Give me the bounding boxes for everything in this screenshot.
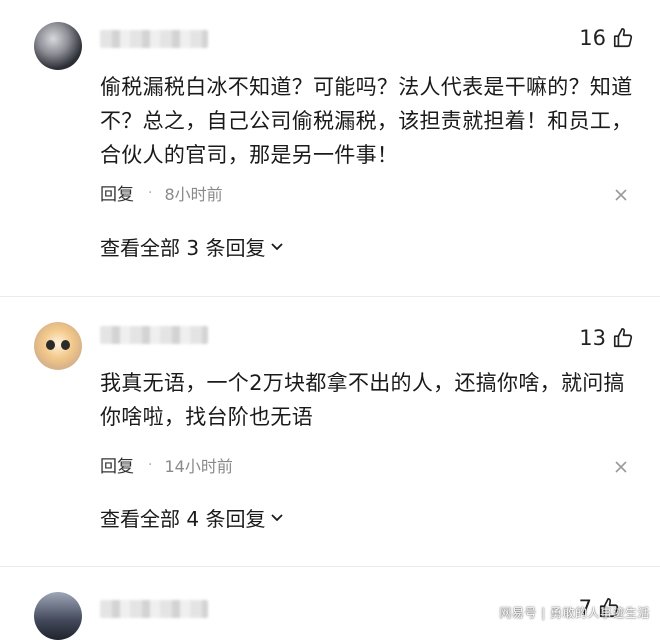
like-button[interactable]: 16 bbox=[579, 26, 634, 50]
reply-button[interactable]: 回复 bbox=[100, 452, 134, 477]
avatar[interactable] bbox=[34, 592, 82, 640]
comment-meta: 回复 · 8小时前 bbox=[100, 180, 223, 206]
thumbs-up-icon[interactable] bbox=[612, 327, 634, 349]
divider bbox=[0, 296, 660, 297]
avatar-eye bbox=[46, 340, 55, 350]
separator-dot: · bbox=[148, 456, 153, 473]
reply-button[interactable]: 回复 bbox=[100, 180, 134, 205]
close-icon[interactable] bbox=[614, 187, 628, 201]
timestamp: 14小时前 bbox=[164, 456, 233, 476]
like-count: 13 bbox=[579, 326, 606, 350]
username-blurred[interactable] bbox=[100, 326, 208, 344]
thumbs-up-icon[interactable] bbox=[612, 27, 634, 49]
divider bbox=[0, 566, 660, 567]
avatar-eye bbox=[61, 340, 70, 350]
view-all-replies-button[interactable]: 查看全部 4 条回复 bbox=[100, 503, 285, 532]
avatar[interactable] bbox=[34, 322, 82, 370]
comment-text: 偷税漏税白冰不知道？可能吗？法人代表是干嘛的？知道不？总之，自己公司偷税漏税，该… bbox=[100, 75, 633, 167]
comment-text: 我真无语，一个2万块都拿不出的人，还搞你啥，就问搞你啥啦，找台阶也无语 bbox=[100, 371, 625, 429]
close-icon[interactable] bbox=[614, 459, 628, 473]
like-count: 16 bbox=[579, 26, 606, 50]
username-blurred[interactable] bbox=[100, 600, 208, 618]
comment-meta: 回复 · 14小时前 bbox=[100, 452, 233, 478]
timestamp: 8小时前 bbox=[164, 184, 223, 204]
view-replies-label: 查看全部 4 条回复 bbox=[100, 507, 266, 531]
watermark: 网易号 | 勇敢的人事迹生活 bbox=[499, 606, 650, 620]
view-all-replies-button[interactable]: 查看全部 3 条回复 bbox=[100, 232, 285, 261]
like-button[interactable]: 13 bbox=[579, 326, 634, 350]
view-replies-label: 查看全部 3 条回复 bbox=[100, 236, 266, 260]
chevron-down-icon bbox=[269, 506, 285, 530]
separator-dot: · bbox=[148, 184, 153, 201]
chevron-down-icon bbox=[269, 235, 285, 259]
username-blurred[interactable] bbox=[100, 30, 208, 48]
avatar[interactable] bbox=[34, 22, 82, 70]
